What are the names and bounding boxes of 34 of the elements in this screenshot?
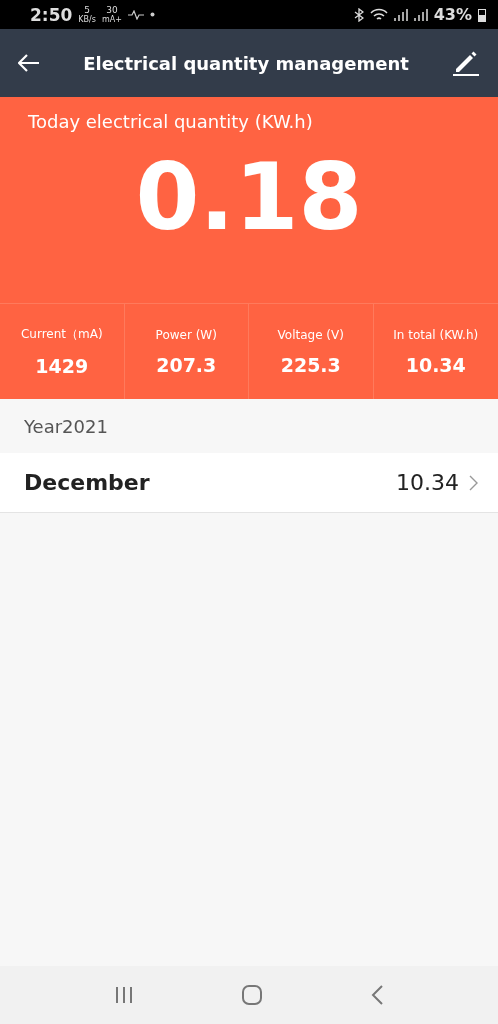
recent-apps-icon — [113, 986, 134, 1004]
today-value: 0.18 — [134, 152, 364, 244]
today-label: Today electrical quantity (KW.h) — [27, 110, 314, 132]
stat-label: Current（mA) — [20, 326, 103, 343]
stat-value: 1429 — [35, 355, 89, 377]
month-row[interactable]: December 10.34 — [0, 453, 498, 513]
back-icon — [370, 985, 385, 1005]
bluetooth-icon — [353, 7, 364, 22]
battery-percent: 43% — [433, 5, 472, 24]
net-speed-unit: KB/s — [78, 14, 96, 24]
month-name: December — [24, 470, 150, 495]
signal-icon — [413, 8, 428, 21]
battery-icon — [478, 7, 486, 22]
net-speed: 5 — [84, 5, 90, 15]
stat-value: 10.34 — [405, 353, 466, 376]
dot-icon — [149, 12, 155, 17]
pulse-icon — [127, 9, 144, 20]
home-icon — [241, 984, 263, 1006]
signal-icon — [393, 8, 408, 21]
stat-label: In total (KW.h) — [393, 327, 479, 342]
stat-label: Power (W) — [155, 327, 217, 342]
stat-value: 207.3 — [156, 353, 217, 376]
year-label: Year2021 — [23, 414, 109, 439]
month-value: 10.34 — [396, 470, 459, 495]
wifi-icon — [369, 7, 388, 22]
current-unit: mA+ — [101, 14, 122, 24]
screen-title: Electrical quantity management — [83, 52, 409, 74]
pencil-icon — [452, 49, 480, 77]
current-reading: 30 — [106, 5, 118, 15]
stat-label: Voltage (V) — [277, 327, 344, 342]
chevron-icon — [469, 474, 478, 491]
stat-value: 225.3 — [280, 353, 341, 376]
back-arrow-icon — [18, 54, 40, 72]
status-time: 2:50 — [30, 4, 73, 25]
